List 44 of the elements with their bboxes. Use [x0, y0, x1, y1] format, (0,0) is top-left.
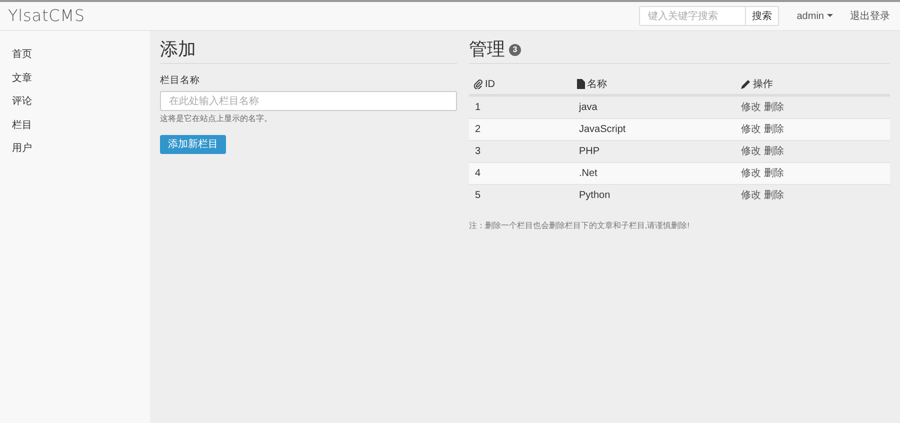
table-cell-text: 2: [475, 123, 482, 137]
table-cell-text: .Net: [579, 167, 598, 181]
delete-link[interactable]: 删除: [764, 144, 784, 159]
sidebar-item[interactable]: 文章: [0, 66, 150, 90]
edit-link[interactable]: 修改: [741, 166, 761, 181]
caret-icon: [827, 14, 833, 18]
table-cell-text: JavaScript: [579, 123, 627, 137]
table-cell-text: 3: [475, 145, 482, 159]
sidebar-item[interactable]: 评论: [0, 90, 150, 114]
table-cell-text: java: [579, 101, 598, 115]
panel-title: 管理: [469, 38, 505, 61]
help-text: 这将是它在站点上显示的名字。: [160, 113, 273, 126]
sidebar-item[interactable]: 首页: [0, 43, 150, 66]
edit-link[interactable]: 修改: [741, 122, 761, 137]
table-cell-text: 4: [475, 167, 482, 181]
table-cell-text: 1: [475, 101, 482, 115]
sidebar-item[interactable]: 栏目: [0, 114, 150, 137]
pencil-icon: [741, 79, 751, 89]
edit-link[interactable]: 修改: [741, 100, 761, 115]
delete-link[interactable]: 删除: [764, 100, 784, 115]
delete-link[interactable]: 删除: [764, 122, 784, 137]
column-header: 名称: [587, 78, 607, 92]
warning-note: 注：删除一个栏目也会删除栏目下的文章和子栏目,请谨慎删除!: [469, 220, 690, 232]
table-cell-text: 5: [475, 189, 482, 203]
delete-link[interactable]: 删除: [764, 166, 784, 181]
category-name-field[interactable]: 在此处输入栏目名称: [160, 91, 457, 112]
edit-link[interactable]: 修改: [741, 188, 761, 203]
column-header: ID: [485, 78, 495, 92]
user-menu[interactable]: admin: [796, 8, 833, 24]
edit-link[interactable]: 修改: [741, 144, 761, 159]
field-label: 栏目名称: [160, 74, 201, 88]
brand-logo[interactable]: YlsatCMS: [8, 4, 85, 28]
column-header: 操作: [753, 78, 773, 92]
sidebar-item[interactable]: 用户: [0, 137, 150, 160]
search-button[interactable]: 搜索: [746, 6, 779, 26]
paperclip-icon: [473, 79, 483, 89]
logout-link[interactable]: 退出登录: [850, 8, 890, 24]
panel-title: 添加: [160, 38, 197, 61]
delete-link[interactable]: 删除: [764, 188, 784, 203]
table-cell-text: Python: [579, 189, 612, 203]
table-cell-text: PHP: [579, 145, 601, 159]
document-icon: [577, 79, 585, 89]
search-field[interactable]: 键入关键字搜索: [638, 6, 746, 26]
count-badge: 3: [509, 44, 521, 56]
